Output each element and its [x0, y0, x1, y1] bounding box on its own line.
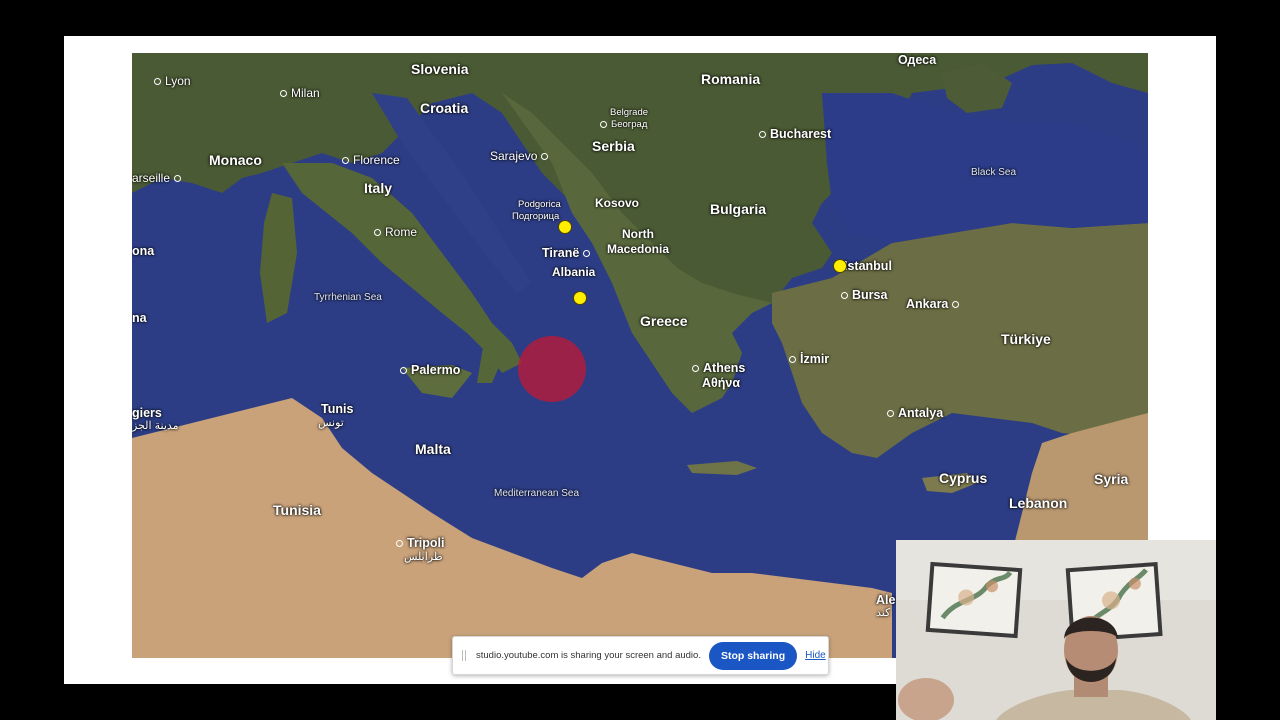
city-izmir: İzmir	[789, 352, 829, 366]
city-tunis-1: Tunis	[321, 402, 354, 416]
city-tunis-2: تونس	[318, 417, 344, 429]
label-serbia: Serbia	[592, 138, 635, 154]
city-lyon: Lyon	[154, 75, 191, 88]
city-milan: Milan	[280, 87, 320, 100]
city-ankara: Ankara	[906, 297, 960, 311]
city-algiers-1: giers	[132, 406, 162, 420]
city-tripoli-1: Tripoli	[396, 536, 445, 550]
drag-handle-icon[interactable]	[462, 650, 466, 661]
label-bulgaria: Bulgaria	[710, 201, 767, 217]
label-kosovo: Kosovo	[595, 196, 640, 210]
webcam-video	[896, 540, 1216, 720]
share-message: studio.youtube.com is sharing your scree…	[476, 650, 701, 661]
city-belgrade-2: Београд	[600, 120, 647, 130]
city-tirane: Tiranë	[542, 246, 591, 260]
city-rome: Rome	[374, 226, 417, 239]
city-marseille: arseille	[132, 172, 182, 185]
marker-albania[interactable]	[573, 291, 587, 305]
label-greece: Greece	[640, 313, 688, 329]
city-podgorica-1: Podgorica	[518, 199, 561, 210]
label-malta: Malta	[415, 441, 451, 457]
label-monaco: Monaco	[209, 152, 262, 168]
label-black-sea: Black Sea	[971, 167, 1017, 178]
highlight-zone-ionian	[518, 336, 586, 402]
city-alexandria-2: كند	[876, 607, 891, 619]
city-tripoli-2: طرابلس	[404, 551, 443, 563]
label-north-macedonia-2: Macedonia	[607, 242, 670, 256]
city-alexandria-1: Ale	[876, 593, 896, 607]
label-turkiye: Türkiye	[1001, 331, 1051, 347]
city-antalya: Antalya	[887, 406, 943, 420]
label-tunisia: Tunisia	[273, 502, 321, 518]
city-valencia: na	[132, 311, 147, 325]
label-tyrrhenian-sea: Tyrrhenian Sea	[314, 292, 382, 303]
label-slovenia: Slovenia	[411, 61, 469, 77]
marker-istanbul[interactable]	[833, 259, 847, 273]
city-florence: Florence	[342, 154, 400, 167]
city-bursa: Bursa	[841, 288, 887, 302]
stop-sharing-button[interactable]: Stop sharing	[708, 641, 798, 670]
city-athens-2: Αθήνα	[702, 376, 741, 390]
label-albania: Albania	[552, 265, 596, 279]
city-sarajevo: Sarajevo	[490, 150, 549, 163]
label-romania: Romania	[701, 71, 761, 87]
hide-link[interactable]: Hide	[805, 650, 826, 661]
label-mediterranean-sea: Mediterranean Sea	[494, 488, 580, 499]
label-syria: Syria	[1094, 471, 1129, 487]
city-palermo: Palermo	[400, 363, 460, 377]
marker-podgorica[interactable]	[558, 220, 572, 234]
city-belgrade-1: Belgrade	[610, 107, 649, 118]
webcam-frame	[896, 540, 1216, 720]
city-algiers-2: مدينة الجز	[132, 420, 179, 432]
city-bucharest: Bucharest	[759, 127, 831, 141]
city-barcelona: ona	[132, 244, 155, 258]
city-athens-1: Athens	[692, 361, 745, 375]
label-north-macedonia-1: North	[622, 227, 654, 241]
screen-share-bar: studio.youtube.com is sharing your scree…	[452, 636, 829, 675]
city-podgorica-2: Подгорица	[512, 211, 560, 222]
label-lebanon: Lebanon	[1009, 495, 1068, 511]
label-croatia: Croatia	[420, 100, 469, 116]
label-italy: Italy	[364, 180, 393, 196]
city-odesa: Одеса	[898, 53, 937, 67]
label-cyprus: Cyprus	[939, 470, 988, 486]
city-istanbul: Istanbul	[844, 259, 892, 273]
